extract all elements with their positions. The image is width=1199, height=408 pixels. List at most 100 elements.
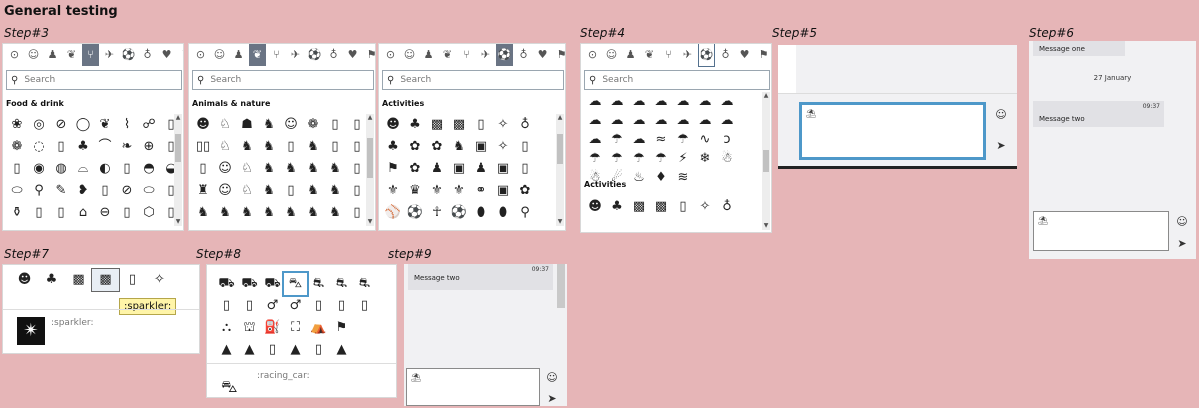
emoji[interactable]: ⚑ bbox=[330, 317, 353, 339]
smiley-icon[interactable]: ☺ bbox=[603, 44, 620, 66]
emoji[interactable]: ☻ bbox=[382, 114, 404, 136]
search-box[interactable]: ⚲ bbox=[192, 70, 374, 90]
emoji[interactable]: ♞ bbox=[258, 158, 280, 180]
emoji[interactable]: ⛬ bbox=[215, 317, 238, 339]
emoji[interactable]: ⛟ bbox=[261, 273, 284, 295]
emoji[interactable]: ▣ bbox=[492, 158, 514, 180]
send-icon[interactable]: ➤ bbox=[1175, 237, 1189, 250]
emoji[interactable]: ☁ bbox=[694, 111, 716, 130]
emoji[interactable]: ☺ bbox=[214, 180, 236, 202]
emoji[interactable]: ❄ bbox=[694, 149, 716, 168]
emoji-icon[interactable]: ☺ bbox=[1175, 215, 1189, 228]
emoji[interactable]: ⛽ bbox=[261, 317, 284, 339]
emoji[interactable]: ⚡ bbox=[672, 149, 694, 168]
emoji[interactable]: ☂ bbox=[606, 149, 628, 168]
search-input[interactable] bbox=[602, 75, 713, 85]
emoji[interactable]: ↄ bbox=[716, 130, 738, 149]
emoji-icon[interactable]: ☺ bbox=[545, 371, 559, 384]
emoji[interactable]: ✧ bbox=[146, 269, 173, 291]
emoji[interactable]: ☻ bbox=[11, 269, 38, 291]
emoji[interactable]: ∿ bbox=[694, 130, 716, 149]
emoji[interactable]: ▩ bbox=[91, 268, 120, 292]
emoji[interactable]: ♘ bbox=[214, 114, 236, 136]
person-icon[interactable]: ♟ bbox=[420, 44, 437, 66]
emoji[interactable]: ▯ bbox=[324, 114, 346, 136]
scroll-down-icon[interactable]: ▼ bbox=[366, 218, 374, 226]
emoji[interactable]: ♂ bbox=[284, 295, 307, 317]
smiley-icon[interactable]: ☺ bbox=[25, 44, 42, 66]
emoji[interactable]: ☗ bbox=[236, 114, 258, 136]
scrollbar[interactable]: ▲ ▼ bbox=[174, 114, 182, 226]
emoji[interactable]: ✿ bbox=[514, 180, 536, 202]
emoji[interactable]: ⌇ bbox=[116, 114, 138, 136]
emoji[interactable]: ▯▯ bbox=[192, 136, 214, 158]
scroll-thumb[interactable] bbox=[763, 150, 769, 172]
heart-icon[interactable]: ♥ bbox=[344, 44, 361, 66]
scroll-down-icon[interactable]: ▼ bbox=[174, 218, 182, 226]
flag-icon[interactable]: ⚑ bbox=[363, 44, 375, 66]
emoji[interactable]: ⬮ bbox=[470, 202, 492, 224]
emoji[interactable]: ♜ bbox=[192, 180, 214, 202]
smiley-icon[interactable]: ☺ bbox=[401, 44, 418, 66]
emoji[interactable]: ▩ bbox=[426, 114, 448, 136]
emoji[interactable] bbox=[536, 114, 558, 136]
flag-icon[interactable]: ⚑ bbox=[553, 44, 565, 66]
leaf-icon[interactable]: ❦ bbox=[439, 44, 456, 66]
travel-icon[interactable]: ✈ bbox=[477, 44, 494, 66]
activity-icon[interactable]: ⚽ bbox=[698, 44, 715, 67]
emoji[interactable]: ▯ bbox=[324, 136, 346, 158]
emoji[interactable]: ⌂ bbox=[72, 202, 94, 224]
emoji[interactable]: ☃ bbox=[716, 149, 738, 168]
scroll-down-icon[interactable]: ▼ bbox=[556, 218, 564, 226]
emoji[interactable]: ☁ bbox=[628, 92, 650, 111]
emoji[interactable]: ☁ bbox=[672, 92, 694, 111]
food-icon[interactable]: ⑂ bbox=[660, 44, 677, 66]
emoji-icon[interactable]: ☺ bbox=[994, 108, 1008, 121]
activity-icon[interactable]: ⚽ bbox=[496, 44, 513, 66]
emoji[interactable] bbox=[536, 202, 558, 224]
emoji[interactable] bbox=[716, 168, 738, 187]
emoji[interactable]: ❦ bbox=[94, 114, 116, 136]
emoji[interactable]: ▯ bbox=[50, 202, 72, 224]
message-input[interactable]: ⛱ bbox=[1033, 211, 1169, 251]
emoji[interactable]: ♞ bbox=[324, 158, 346, 180]
person-icon[interactable]: ♟ bbox=[230, 44, 247, 66]
leaf-icon[interactable]: ❦ bbox=[63, 44, 80, 66]
scrollbar[interactable] bbox=[557, 264, 565, 308]
emoji[interactable]: ◓ bbox=[138, 158, 160, 180]
emoji[interactable]: ▯ bbox=[514, 158, 536, 180]
emoji[interactable]: ▲ bbox=[238, 339, 261, 361]
emoji[interactable]: ◍ bbox=[50, 158, 72, 180]
emoji[interactable]: ▯ bbox=[119, 269, 146, 291]
emoji[interactable]: ♞ bbox=[258, 180, 280, 202]
emoji[interactable]: ⚜ bbox=[448, 180, 470, 202]
emoji[interactable]: ✧ bbox=[492, 114, 514, 136]
search-input[interactable] bbox=[400, 75, 511, 85]
emoji[interactable]: ☁ bbox=[694, 92, 716, 111]
emoji[interactable]: ⚑ bbox=[382, 158, 404, 180]
emoji[interactable]: ☺ bbox=[214, 158, 236, 180]
emoji[interactable]: ▯ bbox=[346, 136, 368, 158]
emoji[interactable]: ♘ bbox=[214, 136, 236, 158]
emoji[interactable]: ⚱ bbox=[6, 202, 28, 224]
travel-icon[interactable]: ✈ bbox=[679, 44, 696, 66]
emoji[interactable]: ⛐ bbox=[330, 273, 353, 295]
emoji[interactable] bbox=[738, 149, 760, 168]
emoji[interactable]: ▣ bbox=[448, 158, 470, 180]
heart-icon[interactable]: ♥ bbox=[158, 44, 175, 66]
emoji[interactable]: ☁ bbox=[672, 111, 694, 130]
emoji[interactable]: ♞ bbox=[280, 202, 302, 224]
emoji[interactable]: ▣ bbox=[470, 136, 492, 158]
emoji[interactable] bbox=[536, 180, 558, 202]
scroll-up-icon[interactable]: ▲ bbox=[556, 114, 564, 122]
emoji[interactable]: ✿ bbox=[404, 136, 426, 158]
emoji[interactable]: ▯ bbox=[353, 295, 376, 317]
emoji[interactable]: ♨ bbox=[628, 168, 650, 187]
emoji[interactable]: ♞ bbox=[448, 136, 470, 158]
food-icon[interactable]: ⑂ bbox=[268, 44, 285, 66]
emoji[interactable]: ⚲ bbox=[28, 180, 50, 202]
food-icon[interactable]: ⑂ bbox=[458, 44, 475, 66]
emoji[interactable]: ⚭ bbox=[470, 180, 492, 202]
message-input[interactable]: ⛱ bbox=[406, 368, 540, 406]
emoji[interactable]: ⊘ bbox=[116, 180, 138, 202]
